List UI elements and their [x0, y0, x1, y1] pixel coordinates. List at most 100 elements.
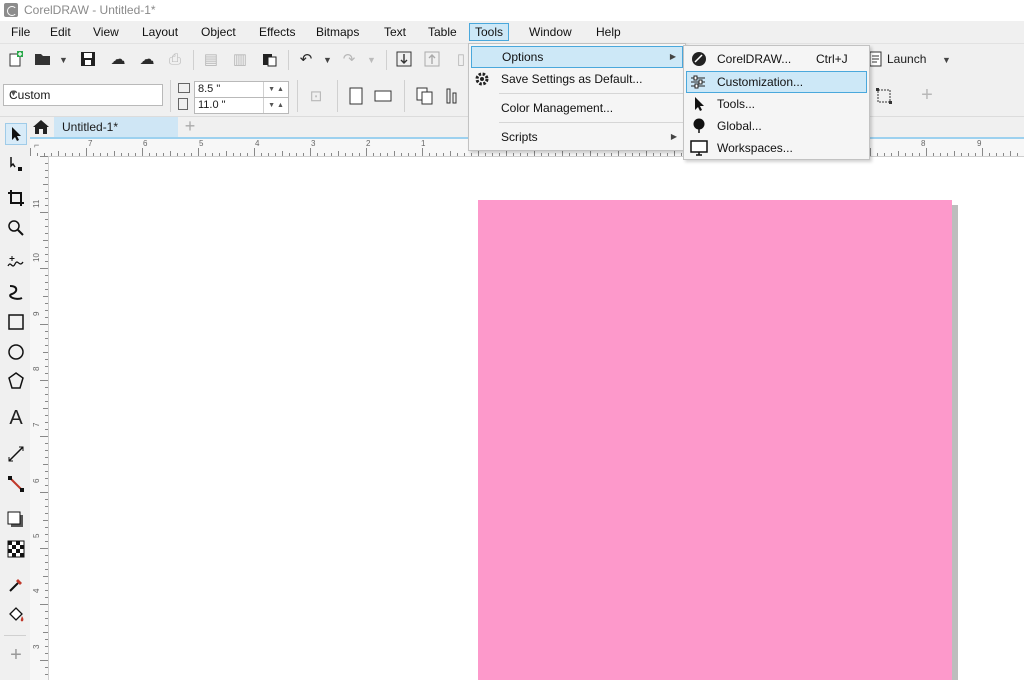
ruler-tick	[506, 151, 507, 156]
ruler-tick	[45, 191, 48, 192]
ruler-tick	[45, 254, 48, 255]
polygon-tool-icon[interactable]	[5, 370, 27, 392]
transparency-tool-icon[interactable]	[5, 538, 27, 560]
menu-item-tools-options[interactable]: Tools...	[686, 93, 867, 115]
cut-icon[interactable]: ▤	[201, 49, 221, 69]
menu-text[interactable]: Text	[379, 23, 411, 41]
page-width-field[interactable]: 8.5 " ▼ ▲	[194, 81, 289, 98]
chevron-down-icon[interactable]: ▼	[942, 55, 951, 65]
ruler-tick	[40, 380, 48, 381]
chevron-down-icon[interactable]: ▼	[367, 55, 376, 65]
new-document-icon[interactable]	[6, 49, 26, 69]
eyedropper-tool-icon[interactable]	[5, 574, 27, 596]
menu-view[interactable]: View	[88, 23, 124, 41]
vertical-ruler[interactable]: 11 10 9 8 7 6 5 4 3	[30, 156, 49, 680]
parallel-dimension-tool-icon[interactable]	[5, 443, 27, 465]
menu-item-color-management[interactable]: Color Management...	[471, 97, 683, 119]
import-icon[interactable]	[394, 49, 414, 69]
paste-icon[interactable]	[259, 49, 279, 69]
ruler-tick	[45, 289, 48, 290]
artistic-media-tool-icon[interactable]	[5, 281, 27, 303]
copy-icon[interactable]: ▥	[230, 49, 250, 69]
ruler-label: 4	[255, 139, 260, 148]
ruler-tick	[191, 153, 192, 156]
ruler-tick	[429, 153, 430, 156]
home-icon[interactable]	[32, 119, 50, 135]
add-toolbar-item-icon[interactable]: +	[917, 84, 937, 106]
new-tab-icon[interactable]: +	[180, 117, 200, 137]
menu-file[interactable]: File	[6, 23, 35, 41]
menu-item-customization[interactable]: Customization...	[686, 71, 867, 93]
drop-shadow-tool-icon[interactable]	[5, 509, 27, 531]
height-spinner-icon[interactable]: ▼ ▲	[263, 98, 288, 113]
width-spinner-icon[interactable]: ▼ ▲	[263, 82, 288, 97]
connector-tool-icon[interactable]	[5, 473, 27, 495]
ruler-origin-icon[interactable]: ⌐	[34, 140, 39, 150]
ruler-tick	[142, 148, 143, 156]
menu-item-workspaces[interactable]: Workspaces...	[686, 137, 867, 159]
page-preset-dropdown[interactable]: Custom ▼	[3, 84, 163, 106]
freehand-tool-icon[interactable]	[5, 252, 27, 274]
menu-window[interactable]: Window	[524, 23, 577, 41]
page-border-icon[interactable]	[873, 85, 895, 107]
units-icon[interactable]	[444, 86, 464, 106]
menu-item-label: Save Settings as Default...	[501, 72, 643, 86]
menu-layout[interactable]: Layout	[137, 23, 183, 41]
menu-object[interactable]: Object	[196, 23, 241, 41]
ruler-tick	[45, 625, 48, 626]
ruler-tick	[40, 436, 48, 437]
redo-icon[interactable]: ↷	[339, 49, 359, 69]
open-folder-icon[interactable]	[33, 49, 53, 69]
interactive-fill-tool-icon[interactable]	[5, 604, 27, 626]
launch-label[interactable]: Launch	[887, 52, 926, 66]
menu-effects[interactable]: Effects	[254, 23, 300, 41]
crop-tool-icon[interactable]	[5, 187, 27, 209]
document-page[interactable]	[478, 200, 952, 680]
menu-help[interactable]: Help	[591, 23, 626, 41]
pick-tool-icon[interactable]	[5, 123, 27, 145]
ruler-tick	[947, 153, 948, 156]
menu-item-scripts[interactable]: Scripts ▶	[471, 126, 683, 148]
menu-bitmaps[interactable]: Bitmaps	[311, 23, 364, 41]
cloud-upload-icon[interactable]: ☁	[137, 49, 157, 69]
export-icon[interactable]	[422, 49, 442, 69]
toolbar-divider	[337, 80, 338, 112]
cloud-download-icon[interactable]: ☁	[108, 49, 128, 69]
ruler-tick	[254, 148, 255, 156]
scale-page-icon[interactable]: ⊡	[306, 86, 326, 106]
chevron-down-icon: ▼	[9, 88, 18, 98]
shape-tool-icon[interactable]	[5, 153, 27, 175]
landscape-orientation-icon[interactable]	[372, 85, 394, 107]
menu-item-save-settings-as-default[interactable]: Save Settings as Default...	[471, 68, 683, 90]
text-tool-icon[interactable]: A	[5, 407, 27, 429]
undo-icon[interactable]: ↶	[296, 49, 316, 69]
ruler-tick	[40, 548, 48, 549]
portrait-orientation-icon[interactable]	[345, 85, 367, 107]
ellipse-tool-icon[interactable]	[5, 341, 27, 363]
print-icon[interactable]: ⎙	[165, 49, 185, 69]
ruler-tick	[45, 331, 48, 332]
chevron-down-icon[interactable]: ▼	[59, 55, 68, 65]
zoom-tool-icon[interactable]	[5, 217, 27, 239]
ruler-label: 9	[32, 311, 41, 316]
menu-tools[interactable]: Tools	[469, 23, 510, 41]
add-tool-icon[interactable]: +	[5, 644, 27, 666]
ruler-tick	[485, 153, 486, 156]
menu-item-global-options[interactable]: Global...	[686, 115, 867, 137]
ruler-tick	[359, 153, 360, 156]
ruler-tick	[408, 153, 409, 156]
menu-item-coreldraw-options[interactable]: CorelDRAW... Ctrl+J	[686, 48, 867, 70]
chevron-down-icon[interactable]: ▼	[323, 55, 332, 65]
ruler-tick	[45, 646, 48, 647]
menu-item-options[interactable]: Options ▶	[471, 46, 683, 68]
save-icon[interactable]	[78, 49, 98, 69]
ruler-tick	[933, 153, 934, 156]
rectangle-tool-icon[interactable]	[5, 311, 27, 333]
tab-untitled-1[interactable]: Untitled-1*	[54, 117, 178, 137]
all-pages-icon[interactable]	[415, 86, 435, 106]
menu-item-label: Tools...	[717, 97, 756, 111]
coreldraw-icon	[691, 51, 707, 67]
page-height-field[interactable]: 11.0 " ▼ ▲	[194, 97, 289, 114]
menu-edit[interactable]: Edit	[45, 23, 76, 41]
menu-table[interactable]: Table	[423, 23, 462, 41]
